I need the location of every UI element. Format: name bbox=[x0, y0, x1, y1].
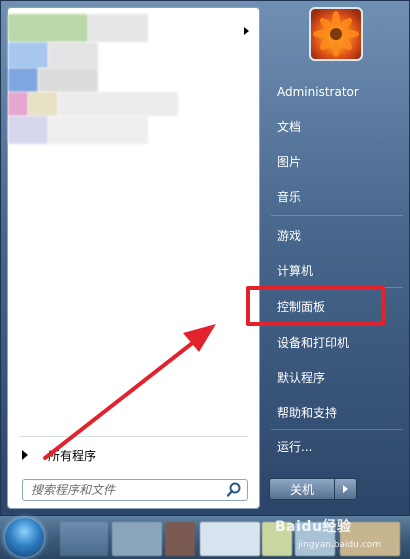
right-item-documents[interactable]: 文档 bbox=[271, 112, 403, 140]
control-panel-highlight bbox=[246, 286, 385, 326]
right-item-default-programs[interactable]: 默认程序 bbox=[271, 363, 403, 391]
start-menu: 所有程序 Administrator bbox=[0, 0, 410, 516]
right-item-games[interactable]: 游戏 bbox=[271, 221, 403, 249]
help-support-label: 帮助和支持 bbox=[277, 405, 338, 420]
user-avatar[interactable] bbox=[309, 7, 363, 61]
chevron-right-icon bbox=[343, 485, 348, 493]
right-item-devices-printers[interactable]: 设备和打印机 bbox=[271, 328, 403, 356]
right-item-pictures[interactable]: 图片 bbox=[271, 147, 403, 175]
devices-printers-label: 设备和打印机 bbox=[277, 335, 350, 350]
games-label: 游戏 bbox=[277, 228, 302, 243]
right-item-user[interactable]: Administrator bbox=[271, 78, 403, 106]
search-input[interactable] bbox=[29, 480, 225, 500]
documents-label: 文档 bbox=[277, 119, 302, 134]
watermark-logo: Baidu经验 bbox=[275, 519, 352, 535]
windows-start-icon[interactable] bbox=[5, 518, 44, 557]
taskbar-item[interactable] bbox=[165, 522, 195, 556]
all-programs-label: 所有程序 bbox=[48, 448, 97, 463]
right-item-run[interactable]: 运行... bbox=[271, 432, 403, 460]
right-item-computer[interactable]: 计算机 bbox=[271, 256, 403, 284]
search-box[interactable] bbox=[22, 479, 248, 501]
computer-label: 计算机 bbox=[277, 263, 314, 278]
run-label: 运行... bbox=[277, 439, 313, 454]
search-icon[interactable] bbox=[225, 481, 243, 499]
taskbar-item[interactable] bbox=[60, 522, 108, 556]
music-label: 音乐 bbox=[277, 189, 302, 204]
separator bbox=[271, 215, 403, 216]
flower-icon bbox=[313, 11, 359, 57]
right-item-help-support[interactable]: 帮助和支持 bbox=[271, 398, 403, 426]
submenu-arrow-icon[interactable] bbox=[244, 27, 249, 35]
shutdown-group: 关机 bbox=[269, 478, 359, 500]
taskbar-item[interactable] bbox=[112, 522, 162, 556]
taskbar-item[interactable] bbox=[200, 522, 260, 556]
separator bbox=[271, 429, 403, 430]
shutdown-options-button[interactable] bbox=[335, 478, 357, 500]
watermark-url: jingyan.baidu.com bbox=[298, 540, 382, 550]
user-name-label: Administrator bbox=[277, 85, 359, 99]
play-arrow-icon bbox=[22, 450, 28, 460]
right-item-music[interactable]: 音乐 bbox=[271, 182, 403, 210]
pictures-label: 图片 bbox=[277, 154, 302, 169]
pinned-programs-list[interactable] bbox=[8, 8, 208, 158]
shutdown-label: 关机 bbox=[289, 482, 314, 497]
programs-pane: 所有程序 bbox=[7, 7, 260, 509]
all-programs-button[interactable]: 所有程序 bbox=[14, 442, 254, 468]
default-programs-label: 默认程序 bbox=[277, 370, 326, 385]
shutdown-button[interactable]: 关机 bbox=[269, 478, 335, 500]
separator bbox=[20, 436, 248, 437]
